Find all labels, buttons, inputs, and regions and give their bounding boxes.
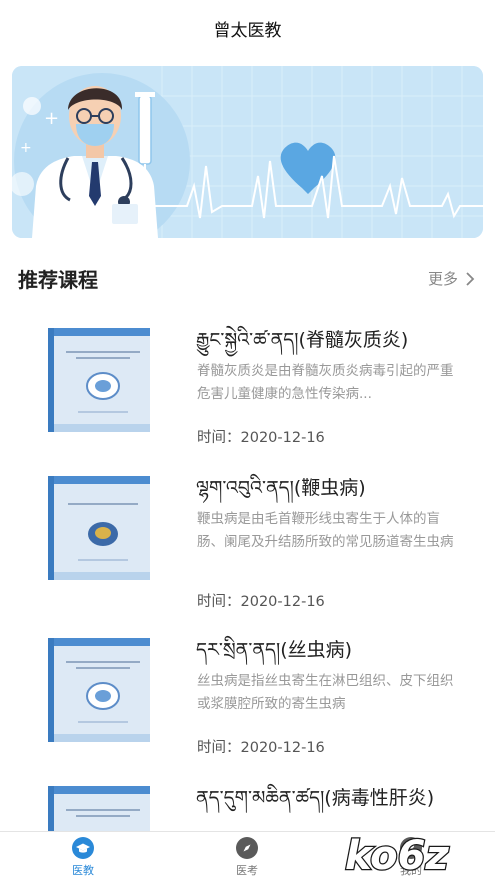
course-item[interactable]: རྒྱུང་སྐྱེའི་ཚ་ནད།(脊髓灰质炎) 脊髓灰质炎是由脊髓灰质炎病毒… — [0, 318, 495, 470]
svg-text:ko6z: ko6z — [345, 833, 449, 877]
course-cover-image — [48, 638, 150, 742]
hero-banner[interactable]: + + — [12, 66, 483, 238]
course-cover-image — [48, 786, 150, 831]
course-description: 脊髓灰质炎是由脊髓灰质炎病毒引起的严重危害儿童健康的急性传染病... — [197, 363, 454, 402]
course-time: 时间：2020-12-16 — [197, 740, 325, 756]
tab-medical-exam[interactable]: 医考 — [202, 832, 292, 881]
course-description: 鞭虫病是由毛首鞭形线虫寄生于人体的盲肠、阑尾及升结肠所致的常见肠道寄生虫病 — [197, 511, 454, 550]
course-item[interactable]: ལྷག་འབུའི་ནད།(鞭虫病) 鞭虫病是由毛首鞭形线虫寄生于人体的盲肠、阑… — [0, 466, 495, 618]
course-cover-image — [48, 476, 150, 580]
tab-label: 医考 — [236, 864, 258, 877]
course-cover-image — [48, 328, 150, 432]
svg-text:+: + — [44, 108, 59, 129]
more-label: 更多 — [427, 270, 458, 288]
tab-medical-teaching[interactable]: 医教 — [38, 832, 128, 881]
section-title: 推荐课程 — [18, 268, 98, 292]
course-item[interactable]: ནད་དུག་མཆིན་ཚད།(病毒性肝炎) — [0, 776, 495, 831]
recommended-courses-section: 推荐课程 更多 རྒྱུང་སྐྱེའི་ཚ་ནད།(脊髓灰质炎) 脊髓灰质炎是… — [0, 246, 495, 831]
site-watermark-logo: ko6z — [344, 832, 451, 877]
course-title: ནད་དུག་མཆིན་ཚད།(病毒性肝炎) — [196, 787, 435, 809]
section-header: 推荐课程 更多 — [18, 260, 478, 296]
app-title: 曾太医教 — [213, 20, 282, 41]
more-link[interactable]: 更多 — [428, 268, 478, 289]
svg-text:+: + — [20, 140, 32, 156]
course-time: 时间：2020-12-16 — [197, 594, 325, 610]
course-description: 丝虫病是指丝虫寄生在淋巴组织、皮下组织或浆膜腔所致的寄生虫病 — [197, 673, 454, 712]
course-item[interactable]: དར་སྲིན་ནད།(丝虫病) 丝虫病是指丝虫寄生在淋巴组织、皮下组织或浆膜腔… — [0, 628, 495, 780]
compass-icon — [236, 837, 258, 859]
doctor-illustration: + + — [12, 66, 483, 238]
graduation-cap-icon — [72, 837, 94, 859]
tab-label: 医教 — [72, 864, 94, 877]
course-time: 时间：2020-12-16 — [197, 430, 325, 446]
top-bar: 曾太医教 — [0, 0, 495, 56]
chevron-right-icon — [466, 271, 475, 286]
